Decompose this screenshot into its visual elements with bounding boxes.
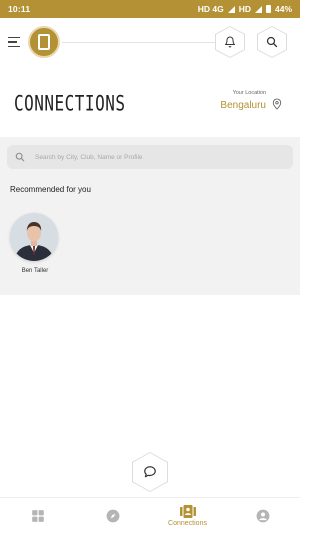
app-header [0,18,300,68]
location-label: Your Location [232,90,266,96]
nav-item-connections[interactable]: Connections [150,498,225,533]
page-title: CONNECTIONS [14,90,126,116]
battery-icon [265,5,271,13]
nav-item-explore[interactable] [75,498,150,533]
nav-label-connections: Connections [168,519,207,527]
status-time: 10:11 [8,4,31,14]
location-pin-icon[interactable] [272,98,282,110]
status-battery: 44% [274,4,292,14]
app-logo[interactable] [28,26,60,58]
header-divider [62,42,216,43]
signal-icon-2 [254,5,262,13]
bottom-nav: Connections [0,497,300,533]
location-value[interactable]: Bengaluru [220,100,266,111]
content-panel: Recommended for you Ben Taller [0,137,300,295]
compass-icon [106,509,119,522]
avatar[interactable] [10,213,58,261]
grid-icon [31,509,44,522]
recommended-title: Recommended for you [10,185,91,194]
search-input[interactable] [35,153,275,161]
status-network-2: HD [238,4,251,14]
nav-item-profile[interactable] [225,498,300,533]
search-field-icon [15,152,25,162]
profile-card[interactable]: Ben Taller [10,213,60,274]
chat-button[interactable] [132,452,168,492]
search-box[interactable] [7,145,293,169]
notifications-button[interactable] [215,26,245,58]
status-network: HD 4G [197,4,224,14]
profile-name[interactable]: Ben Taller [10,268,60,274]
status-indicators: HD 4G HD 44% [198,4,292,14]
logo-mark [38,34,50,50]
chat-icon [144,466,156,478]
avatar-image [10,213,58,261]
status-bar: 10:11 HD 4G HD 44% [0,0,300,18]
menu-icon[interactable] [8,37,20,47]
nav-item-home[interactable] [0,498,75,533]
search-icon [266,36,278,48]
connections-icon [179,504,196,518]
signal-icon [227,5,235,13]
search-button[interactable] [257,26,287,58]
bell-icon [225,36,235,48]
profile-icon [256,509,269,522]
